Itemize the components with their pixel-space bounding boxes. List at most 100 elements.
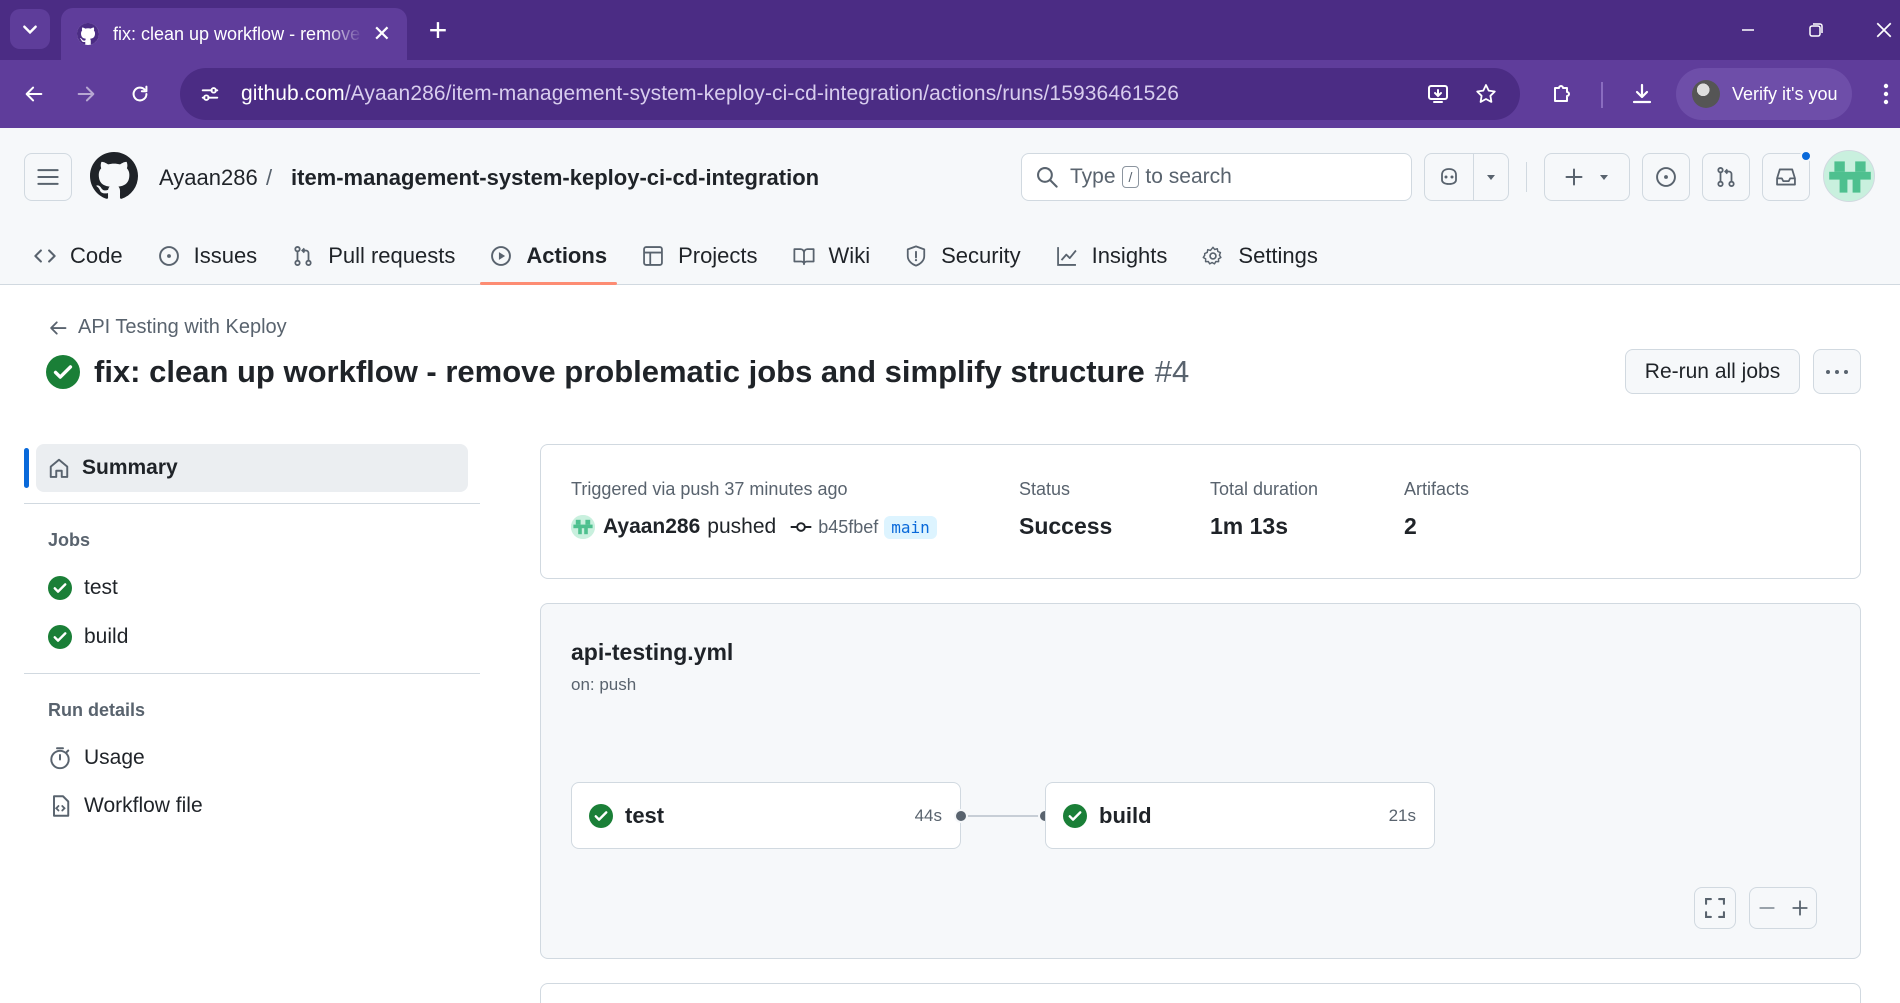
copilot-menu-button[interactable]: [1473, 153, 1509, 201]
restore-icon: [1809, 23, 1823, 37]
run-title: fix: clean up workflow - remove problema…: [94, 354, 1145, 389]
tab-pull-requests[interactable]: Pull requests: [282, 228, 465, 284]
tab-label: Security: [941, 243, 1021, 268]
fullscreen-icon: [1705, 898, 1725, 918]
address-bar[interactable]: github.com/Ayaan286/item-management-syst…: [180, 68, 1520, 120]
browser-tab-bar: fix: clean up workflow - remove problema…: [0, 0, 1900, 60]
back-to-workflow-link[interactable]: API Testing with Keploy: [48, 316, 287, 339]
code-icon: [34, 249, 56, 263]
sidebar-item-workflow-file[interactable]: Workflow file: [48, 794, 203, 818]
tab-label: Wiki: [828, 243, 871, 268]
header-divider: [1526, 162, 1527, 192]
more-options-button[interactable]: [1813, 349, 1861, 394]
breadcrumb-repo[interactable]: item-management-system-keploy-ci-cd-inte…: [291, 165, 819, 191]
sidebar-item-usage[interactable]: Usage: [48, 746, 145, 770]
page-title: fix: clean up workflow - remove problema…: [46, 354, 1189, 390]
reload-button[interactable]: [120, 74, 160, 114]
gear-icon: [1202, 246, 1223, 265]
shield-icon: [906, 245, 926, 267]
workflow-file-icon: [53, 795, 70, 817]
minimize-icon: [1742, 29, 1754, 31]
home-icon: [49, 458, 69, 478]
arrow-left-icon: [25, 86, 43, 102]
tab-insights[interactable]: Insights: [1046, 228, 1178, 284]
rerun-all-jobs-button[interactable]: Re-run all jobs: [1625, 349, 1800, 394]
copilot-button[interactable]: [1424, 153, 1474, 201]
extensions-icon[interactable]: [1542, 74, 1582, 114]
artifacts-value[interactable]: 2: [1404, 513, 1417, 540]
downloads-icon[interactable]: [1622, 74, 1662, 114]
verify-label: Verify it's you: [1732, 83, 1838, 104]
minimize-window-button[interactable]: [1718, 0, 1778, 60]
job-connector: [961, 815, 1041, 817]
tab-search-button[interactable]: [10, 9, 50, 49]
breadcrumb-separator: /: [266, 165, 273, 190]
tab-code[interactable]: Code: [24, 228, 133, 284]
user-avatar[interactable]: [1823, 150, 1875, 202]
job-duration: 21s: [1388, 805, 1416, 825]
sidebar-item-summary[interactable]: Summary: [36, 444, 468, 492]
back-button[interactable]: [14, 74, 54, 114]
sidebar-divider: [24, 503, 480, 504]
identicon-icon: [1824, 151, 1874, 201]
plus-icon: [1791, 900, 1808, 916]
workflow-file-name: api-testing.yml: [571, 639, 734, 665]
restore-window-button[interactable]: [1786, 0, 1846, 60]
tab-wiki[interactable]: Wiki: [783, 228, 881, 284]
github-favicon-icon: [77, 23, 99, 45]
tab-projects[interactable]: Projects: [632, 228, 767, 284]
forward-button[interactable]: [66, 74, 106, 114]
sidebar-divider: [24, 673, 480, 674]
search-input[interactable]: Type / to search: [1021, 153, 1412, 201]
actor-link[interactable]: Ayaan286: [603, 515, 700, 539]
check-circle-fill-icon: [46, 355, 80, 389]
commit-sha-link[interactable]: b45fbef: [818, 517, 878, 538]
tab-label: Code: [70, 243, 123, 268]
install-app-icon[interactable]: [1422, 78, 1454, 110]
sidebar-item-job-test[interactable]: test: [48, 576, 118, 600]
browser-toolbar: github.com/Ayaan286/item-management-syst…: [0, 60, 1900, 128]
tab-label: Actions: [526, 243, 608, 268]
stopwatch-icon: [50, 747, 70, 770]
tab-actions[interactable]: Actions: [480, 228, 617, 285]
breadcrumb-owner[interactable]: Ayaan286: [159, 165, 258, 191]
tab-close-icon[interactable]: ✕: [373, 21, 391, 47]
pull-requests-shortcut-button[interactable]: [1702, 153, 1750, 201]
identicon-icon: [571, 515, 595, 539]
branch-badge[interactable]: main: [884, 515, 937, 539]
url-text: github.com/Ayaan286/item-management-syst…: [241, 82, 1179, 106]
bookmark-star-icon[interactable]: [1470, 78, 1502, 110]
new-tab-button[interactable]: +: [420, 12, 456, 48]
tab-label: Issues: [193, 243, 258, 268]
run-summary-card: Triggered via push 37 minutes ago Ayaan2…: [540, 444, 1861, 579]
tab-label: Insights: [1091, 243, 1168, 268]
zoom-out-button[interactable]: [1749, 887, 1783, 929]
status-value: Success: [1019, 513, 1113, 539]
browser-tab-active[interactable]: fix: clean up workflow - remove problema…: [61, 8, 407, 60]
job-node-test[interactable]: test 44s: [571, 782, 961, 849]
profile-verify-button[interactable]: Verify it's you: [1676, 68, 1852, 120]
browser-menu-button[interactable]: [1872, 74, 1900, 114]
tab-issues[interactable]: Issues: [148, 228, 268, 284]
user-avatar[interactable]: [571, 515, 595, 539]
zoom-in-button[interactable]: [1783, 887, 1817, 929]
close-window-button[interactable]: [1854, 0, 1900, 60]
url-host: github.com: [241, 82, 345, 105]
artifacts-label: Artifacts: [1404, 479, 1470, 499]
copilot-icon: [1441, 168, 1457, 185]
sidebar-item-label: test: [84, 576, 118, 599]
tab-security[interactable]: Security: [895, 228, 1030, 284]
toolbar-divider: [1601, 82, 1603, 108]
global-menu-button[interactable]: [24, 153, 72, 201]
tab-settings[interactable]: Settings: [1192, 228, 1328, 284]
create-new-button[interactable]: [1544, 153, 1630, 201]
sidebar-item-job-build[interactable]: build: [48, 625, 128, 649]
workflow-trigger: on: push: [571, 675, 637, 694]
fullscreen-button[interactable]: [1694, 887, 1736, 929]
site-settings-icon[interactable]: [193, 77, 227, 111]
job-node-build[interactable]: build 21s: [1045, 782, 1435, 849]
check-circle-fill-icon: [48, 576, 72, 600]
issues-shortcut-button[interactable]: [1642, 153, 1690, 201]
triangle-down-icon: [1600, 175, 1608, 180]
github-logo-icon[interactable]: [90, 152, 138, 200]
